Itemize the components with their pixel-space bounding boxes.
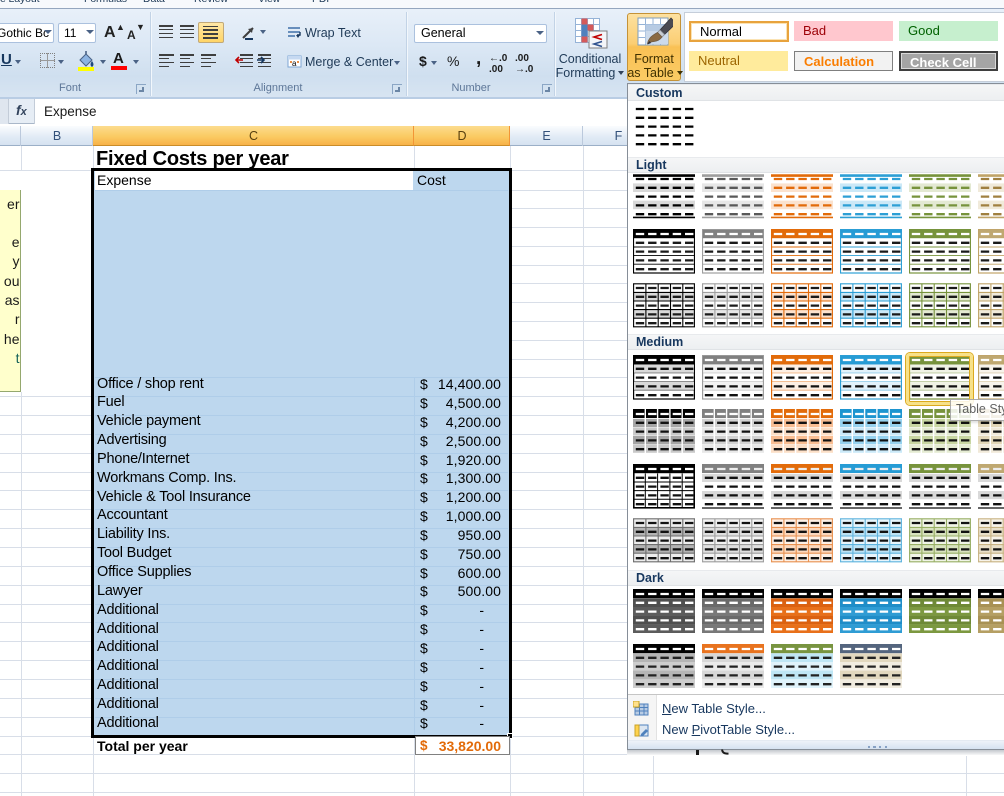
svg-text:a: a bbox=[292, 59, 297, 68]
